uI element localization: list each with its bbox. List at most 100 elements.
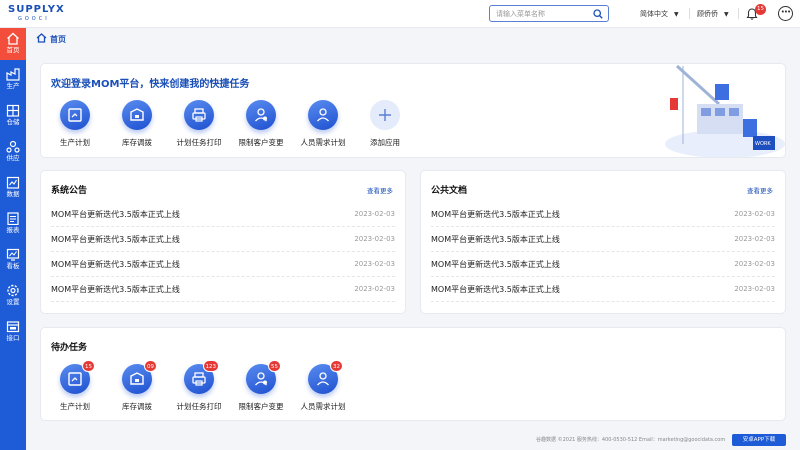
customer-restrict-icon — [255, 108, 267, 122]
item-title: MOM平台更新迭代3.5版本正式上线 — [431, 260, 560, 269]
announcements-panel: 系统公告 查看更多 MOM平台更新迭代3.5版本正式上线 2023-02-03 M… — [40, 170, 406, 314]
sidebar-item-supply[interactable]: 供应 — [0, 136, 26, 168]
android-app-download-button[interactable]: 安卓APP下载 — [732, 434, 786, 446]
data-icon — [6, 176, 20, 189]
user-menu[interactable]: 顾侨侨 ▼ — [697, 9, 729, 19]
item-date: 2023-02-03 — [354, 235, 395, 243]
sidebar-item-dashboard[interactable]: 看板 — [0, 244, 26, 276]
list-item[interactable]: MOM平台更新迭代3.5版本正式上线 2023-02-03 — [431, 202, 775, 227]
item-date: 2023-02-03 — [734, 210, 775, 218]
quick-action-label: 添加应用 — [370, 138, 400, 147]
sidebar-item-label: 仓储 — [6, 118, 20, 126]
notification-badge: 15 — [755, 4, 766, 15]
count-badge: 32 — [330, 360, 343, 372]
sidebar-item-production[interactable]: 生产 — [0, 64, 26, 96]
item-title: MOM平台更新迭代3.5版本正式上线 — [51, 235, 180, 244]
view-more-link[interactable]: 查看更多 — [367, 185, 393, 195]
inventory-transfer-icon — [130, 108, 144, 121]
sidebar-item-label: 供应 — [6, 154, 20, 162]
home-icon — [7, 32, 19, 45]
inventory-transfer-icon — [130, 372, 144, 385]
quick-action-staff-plan[interactable]: 人员需求计划 — [301, 100, 346, 148]
logo-subtext: GOOCI — [18, 16, 50, 22]
quick-action-print[interactable]: 计划任务打印 — [177, 100, 222, 148]
customer-restrict-icon — [255, 372, 267, 386]
todo-item-staff-plan[interactable]: 32 人员需求计划 — [301, 360, 346, 412]
panel-title: 系统公告 — [51, 186, 88, 196]
item-date: 2023-02-03 — [354, 285, 395, 293]
quick-action-label: 计划任务打印 — [176, 138, 222, 147]
more-icon[interactable]: ••• — [778, 6, 793, 21]
quick-action-customer-restrict[interactable]: 限制客户变更 — [239, 100, 284, 148]
sidebar-item-label: 首页 — [6, 46, 20, 54]
quick-action-add-app[interactable]: 添加应用 — [365, 100, 405, 148]
count-badge: 15 — [82, 360, 95, 372]
logo-text: SUPPLYX — [8, 4, 65, 15]
item-title: MOM平台更新迭代3.5版本正式上线 — [431, 235, 560, 244]
supply-icon — [6, 140, 20, 153]
item-date: 2023-02-03 — [734, 285, 775, 293]
language-selector[interactable]: 简体中文 ▼ — [640, 9, 679, 19]
username: 顾侨侨 — [697, 10, 718, 18]
todo-label: 限制客户变更 — [238, 402, 284, 411]
dashboard-icon — [6, 248, 20, 261]
caret-down-icon: ▼ — [674, 11, 679, 18]
sidebar-item-label: 生产 — [6, 82, 20, 90]
printer-icon — [192, 372, 206, 386]
production-icon — [6, 68, 20, 81]
list-item[interactable]: MOM平台更新迭代3.5版本正式上线 2023-02-03 — [51, 227, 395, 252]
todo-item-inventory-transfer[interactable]: 09 库存调拨 — [117, 360, 157, 412]
sidebar-item-interface[interactable]: 接口 — [0, 316, 26, 348]
warehouse-icon — [6, 104, 20, 117]
sidebar-item-report[interactable]: 报表 — [0, 208, 26, 240]
top-bar: SUPPLYX GOOCI 简体中文 ▼ 顾侨侨 ▼ 15 ••• — [0, 0, 800, 28]
view-more-link[interactable]: 查看更多 — [747, 185, 773, 195]
item-title: MOM平台更新迭代3.5版本正式上线 — [51, 210, 180, 219]
sidebar-item-warehouse[interactable]: 仓储 — [0, 100, 26, 132]
count-badge: 123 — [202, 360, 219, 372]
sidebar-item-home[interactable]: 首页 — [0, 28, 26, 60]
menu-search-box — [489, 5, 609, 22]
list-item[interactable]: MOM平台更新迭代3.5版本正式上线 2023-02-03 — [51, 277, 395, 302]
item-date: 2023-02-03 — [734, 235, 775, 243]
report-icon — [7, 212, 19, 225]
todo-item-print[interactable]: 123 计划任务打印 — [177, 360, 222, 412]
divider — [738, 8, 739, 19]
search-icon[interactable] — [593, 9, 603, 19]
todo-item-production-plan[interactable]: 15 生产计划 — [55, 360, 95, 412]
sidebar-item-data[interactable]: 数据 — [0, 172, 26, 204]
sidebar-item-settings[interactable]: 设置 — [0, 280, 26, 312]
list-item[interactable]: MOM平台更新迭代3.5版本正式上线 2023-02-03 — [431, 277, 775, 302]
quick-action-inventory-transfer[interactable]: 库存调拨 — [117, 100, 157, 148]
list-item[interactable]: MOM平台更新迭代3.5版本正式上线 2023-02-03 — [431, 252, 775, 277]
welcome-title: 欢迎登录MOM平台，快来创建我的快捷任务 — [51, 79, 250, 90]
warehouse-illustration: WORK — [665, 64, 785, 157]
settings-icon — [7, 284, 19, 297]
documents-panel: 公共文档 查看更多 MOM平台更新迭代3.5版本正式上线 2023-02-03 M… — [420, 170, 786, 314]
footer-text: 谷趣数据 ©2021 服务热线：400-0530-512 Email：marke… — [536, 437, 726, 443]
list-item[interactable]: MOM平台更新迭代3.5版本正式上线 2023-02-03 — [51, 202, 395, 227]
welcome-card: 欢迎登录MOM平台，快来创建我的快捷任务 生产计划 库存调拨 计划任务打印 限制… — [40, 63, 786, 158]
staff-plan-icon — [317, 108, 329, 122]
panel-title: 待办任务 — [51, 343, 88, 353]
illustration-label: WORK — [755, 141, 771, 147]
list-item[interactable]: MOM平台更新迭代3.5版本正式上线 2023-02-03 — [51, 252, 395, 277]
count-badge: 55 — [268, 360, 281, 372]
todo-label: 计划任务打印 — [176, 402, 222, 411]
home-icon[interactable] — [36, 33, 47, 43]
production-plan-icon — [68, 108, 82, 122]
todo-item-customer-restrict[interactable]: 55 限制客户变更 — [239, 360, 284, 412]
divider — [689, 8, 690, 19]
list-item[interactable]: MOM平台更新迭代3.5版本正式上线 2023-02-03 — [431, 227, 775, 252]
todo-label: 库存调拨 — [122, 402, 152, 411]
sidebar-item-label: 设置 — [6, 298, 20, 306]
logo[interactable]: SUPPLYX GOOCI — [8, 4, 68, 24]
item-date: 2023-02-03 — [354, 210, 395, 218]
staff-plan-icon — [317, 372, 329, 386]
quick-action-label: 生产计划 — [60, 138, 90, 147]
sidebar-item-label: 报表 — [6, 226, 20, 234]
printer-icon — [192, 108, 206, 122]
quick-action-production-plan[interactable]: 生产计划 — [55, 100, 95, 148]
menu-search-input[interactable] — [490, 6, 590, 21]
breadcrumb-current[interactable]: 首页 — [50, 34, 66, 45]
